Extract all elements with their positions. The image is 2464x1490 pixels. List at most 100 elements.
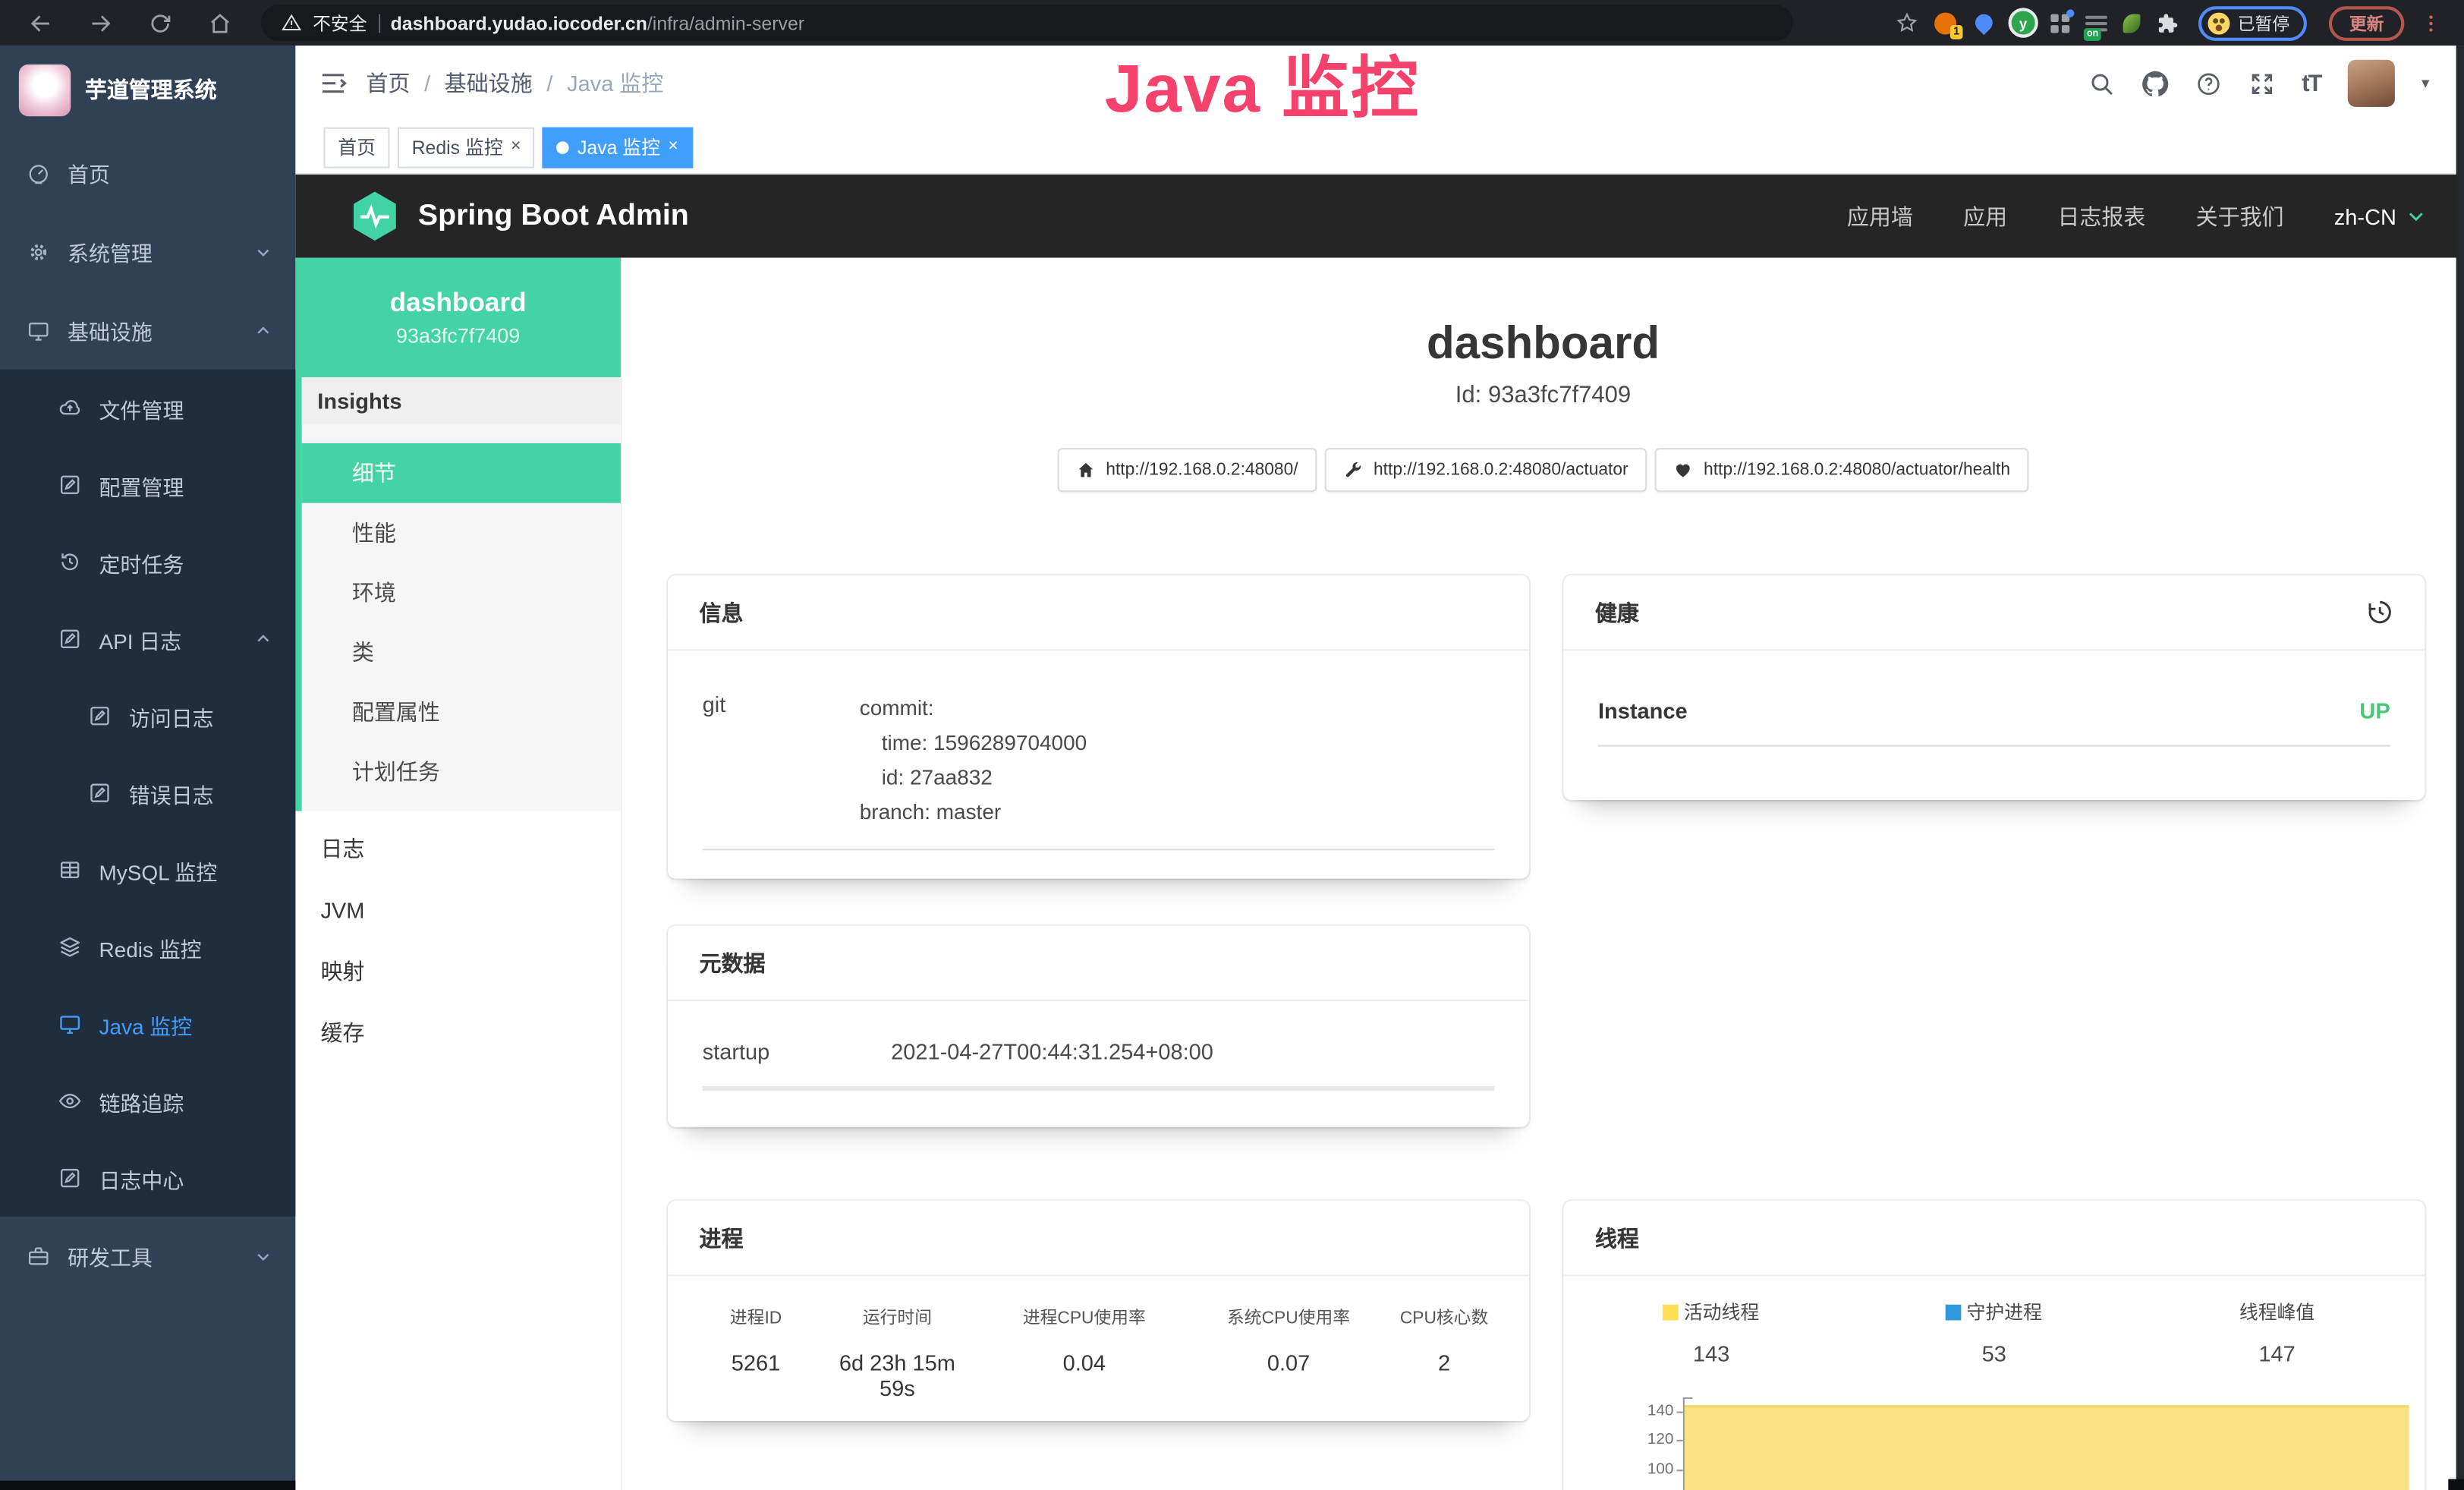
extension-pin-icon[interactable] [1972, 11, 1996, 35]
sidebar-item-cron-jobs[interactable]: 定时任务 [0, 524, 295, 600]
health-history-icon[interactable] [2367, 599, 2393, 625]
sba-instance-name: dashboard [390, 288, 527, 319]
sba-menu-mappings[interactable]: 映射 [295, 940, 621, 1001]
health-url-link[interactable]: http://192.168.0.2:48080/actuator/health [1655, 448, 2029, 492]
chevron-up-icon [254, 630, 272, 647]
sidebar-item-label: 配置管理 [99, 469, 184, 500]
hamburger-icon[interactable] [319, 69, 347, 97]
address-bar[interactable]: 不安全 dashboard.yudao.iocoder.cn/infra/adm… [261, 5, 1793, 41]
sidebar-item-system-mgmt[interactable]: 系统管理 [0, 213, 295, 291]
paused-profile-chip[interactable]: 已暂停 [2198, 5, 2307, 40]
health-row-instance[interactable]: Instance UP [1598, 698, 2390, 746]
process-table-values: 5261 6d 23h 15m 59s 0.04 0.07 2 [684, 1350, 1513, 1400]
github-icon[interactable] [2141, 70, 2168, 96]
bookmark-star-icon[interactable] [1895, 11, 1918, 34]
browser-update-button[interactable]: 更新 [2329, 5, 2404, 40]
sidebar-item-api-logs[interactable]: API 日志 [0, 600, 295, 677]
tab-home[interactable]: 首页 [324, 127, 390, 168]
divider [378, 14, 379, 33]
actuator-url: http://192.168.0.2:48080/actuator [1374, 461, 1629, 480]
sba-menu-scheduled-tasks[interactable]: 计划任务 [302, 742, 621, 802]
tab-label: 首页 [338, 134, 376, 160]
annotation-java-monitor: Java 监控 [1105, 35, 1420, 132]
sidebar-item-redis-monitor[interactable]: Redis 监控 [0, 909, 295, 985]
back-icon[interactable] [28, 10, 53, 35]
avatar[interactable] [2348, 60, 2395, 107]
browser-menu-icon[interactable] [2420, 12, 2442, 34]
page-title: dashboard [622, 319, 2464, 370]
sba-menu-jvm[interactable]: JVM [295, 879, 621, 940]
breadcrumb-home[interactable]: 首页 [366, 68, 410, 99]
sba-nav-about[interactable]: 关于我们 [2196, 200, 2284, 232]
close-icon[interactable]: × [668, 138, 678, 156]
extension-orange-icon[interactable]: 1 [1934, 12, 1956, 34]
history-icon [58, 550, 82, 574]
sidebar-item-config-mgmt[interactable]: 配置管理 [0, 446, 295, 523]
close-icon[interactable]: × [511, 138, 521, 156]
sba-brand[interactable]: Spring Boot Admin [349, 191, 689, 242]
sidebar-item-label: 链路追踪 [99, 1085, 184, 1117]
sidebar-item-error-log[interactable]: 错误日志 [0, 754, 295, 831]
sba-menu-details[interactable]: 细节 [302, 443, 621, 503]
breadcrumb-separator: / [546, 71, 552, 96]
on-badge: on [2084, 27, 2101, 40]
sba-nav-journal[interactable]: 日志报表 [2057, 200, 2145, 232]
sba-menu-logs[interactable]: 日志 [295, 817, 621, 879]
health-key: Instance [1598, 698, 1688, 723]
sidebar-item-log-center[interactable]: 日志中心 [0, 1139, 295, 1216]
url-path: /infra/admin-server [647, 12, 804, 34]
avatar-caret-icon[interactable]: ▾ [2422, 74, 2429, 92]
service-url-link[interactable]: http://192.168.0.2:48080/ [1057, 448, 1317, 492]
sba-locale-select[interactable]: zh-CN [2334, 203, 2426, 228]
not-secure-warning-icon [282, 13, 302, 33]
scrollbar[interactable] [2456, 46, 2464, 1490]
sba-nav: 应用墙 应用 日志报表 关于我们 zh-CN [1847, 200, 2426, 232]
sidebar-item-label: 文件管理 [99, 392, 184, 424]
legend-live-threads: 活动线程 143 [1570, 1298, 1853, 1366]
sidebar-item-dev-tools[interactable]: 研发工具 [0, 1217, 295, 1296]
sidebar-item-access-log[interactable]: 访问日志 [0, 678, 295, 754]
sba-nav-wallboard[interactable]: 应用墙 [1847, 200, 1913, 232]
metadata-value: 2021-04-27T00:44:31.254+08:00 [891, 1039, 1213, 1064]
extension-y-icon[interactable]: y [2012, 11, 2035, 34]
sidebar-item-infrastructure[interactable]: 基础设施 [0, 291, 295, 370]
sba-menu-environment[interactable]: 环境 [302, 562, 621, 622]
eye-icon [58, 1089, 82, 1113]
sidebar-item-label: 错误日志 [129, 777, 214, 808]
sba-menu-metrics[interactable]: 性能 [302, 503, 621, 563]
chevron-down-icon [254, 243, 272, 260]
sidebar-item-mysql-monitor[interactable]: MySQL 监控 [0, 831, 295, 908]
url-text: dashboard.yudao.iocoder.cn/infra/admin-s… [391, 12, 804, 34]
actuator-url-link[interactable]: http://192.168.0.2:48080/actuator [1325, 448, 1647, 492]
extension-leaf-icon[interactable] [2123, 14, 2141, 33]
git-commit-line: commit: [860, 691, 1087, 726]
sba-menu-classes[interactable]: 类 [302, 622, 621, 682]
sidebar: 芋道管理系统 首页 系统管理 基础设施 文件管理 [0, 46, 295, 1490]
sba-nav-applications[interactable]: 应用 [1963, 200, 2007, 232]
not-secure-label: 不安全 [313, 10, 367, 35]
reload-icon[interactable] [148, 10, 173, 35]
font-size-icon[interactable]: tT [2302, 70, 2321, 96]
extension-on-icon[interactable]: on [2085, 14, 2107, 33]
sba-menu-config-props[interactable]: 配置属性 [302, 682, 621, 742]
app-logo-row[interactable]: 芋道管理系统 [0, 46, 295, 134]
briefcase-icon [27, 1244, 50, 1268]
sidebar-item-home[interactable]: 首页 [0, 134, 295, 213]
tab-redis-monitor[interactable]: Redis 监控 × [398, 127, 535, 168]
system-cpu-value: 0.07 [1202, 1350, 1375, 1400]
breadcrumb-infrastructure[interactable]: 基础设施 [445, 68, 533, 99]
sidebar-item-java-monitor[interactable]: Java 监控 [0, 985, 295, 1062]
layers-icon [58, 935, 82, 959]
sidebar-item-file-mgmt[interactable]: 文件管理 [0, 370, 295, 446]
help-icon[interactable] [2195, 70, 2221, 96]
sba-locale-label: zh-CN [2334, 203, 2396, 228]
home-icon[interactable] [207, 10, 232, 35]
extension-grid-icon[interactable] [2050, 14, 2069, 33]
forward-icon[interactable] [88, 10, 113, 35]
sba-menu-caches[interactable]: 缓存 [295, 1001, 621, 1063]
tab-java-monitor[interactable]: Java 监控 × [543, 127, 692, 168]
sidebar-item-tracing[interactable]: 链路追踪 [0, 1063, 295, 1139]
search-icon[interactable] [2088, 70, 2115, 96]
fullscreen-icon[interactable] [2248, 70, 2275, 96]
extensions-puzzle-icon[interactable] [2156, 12, 2178, 34]
